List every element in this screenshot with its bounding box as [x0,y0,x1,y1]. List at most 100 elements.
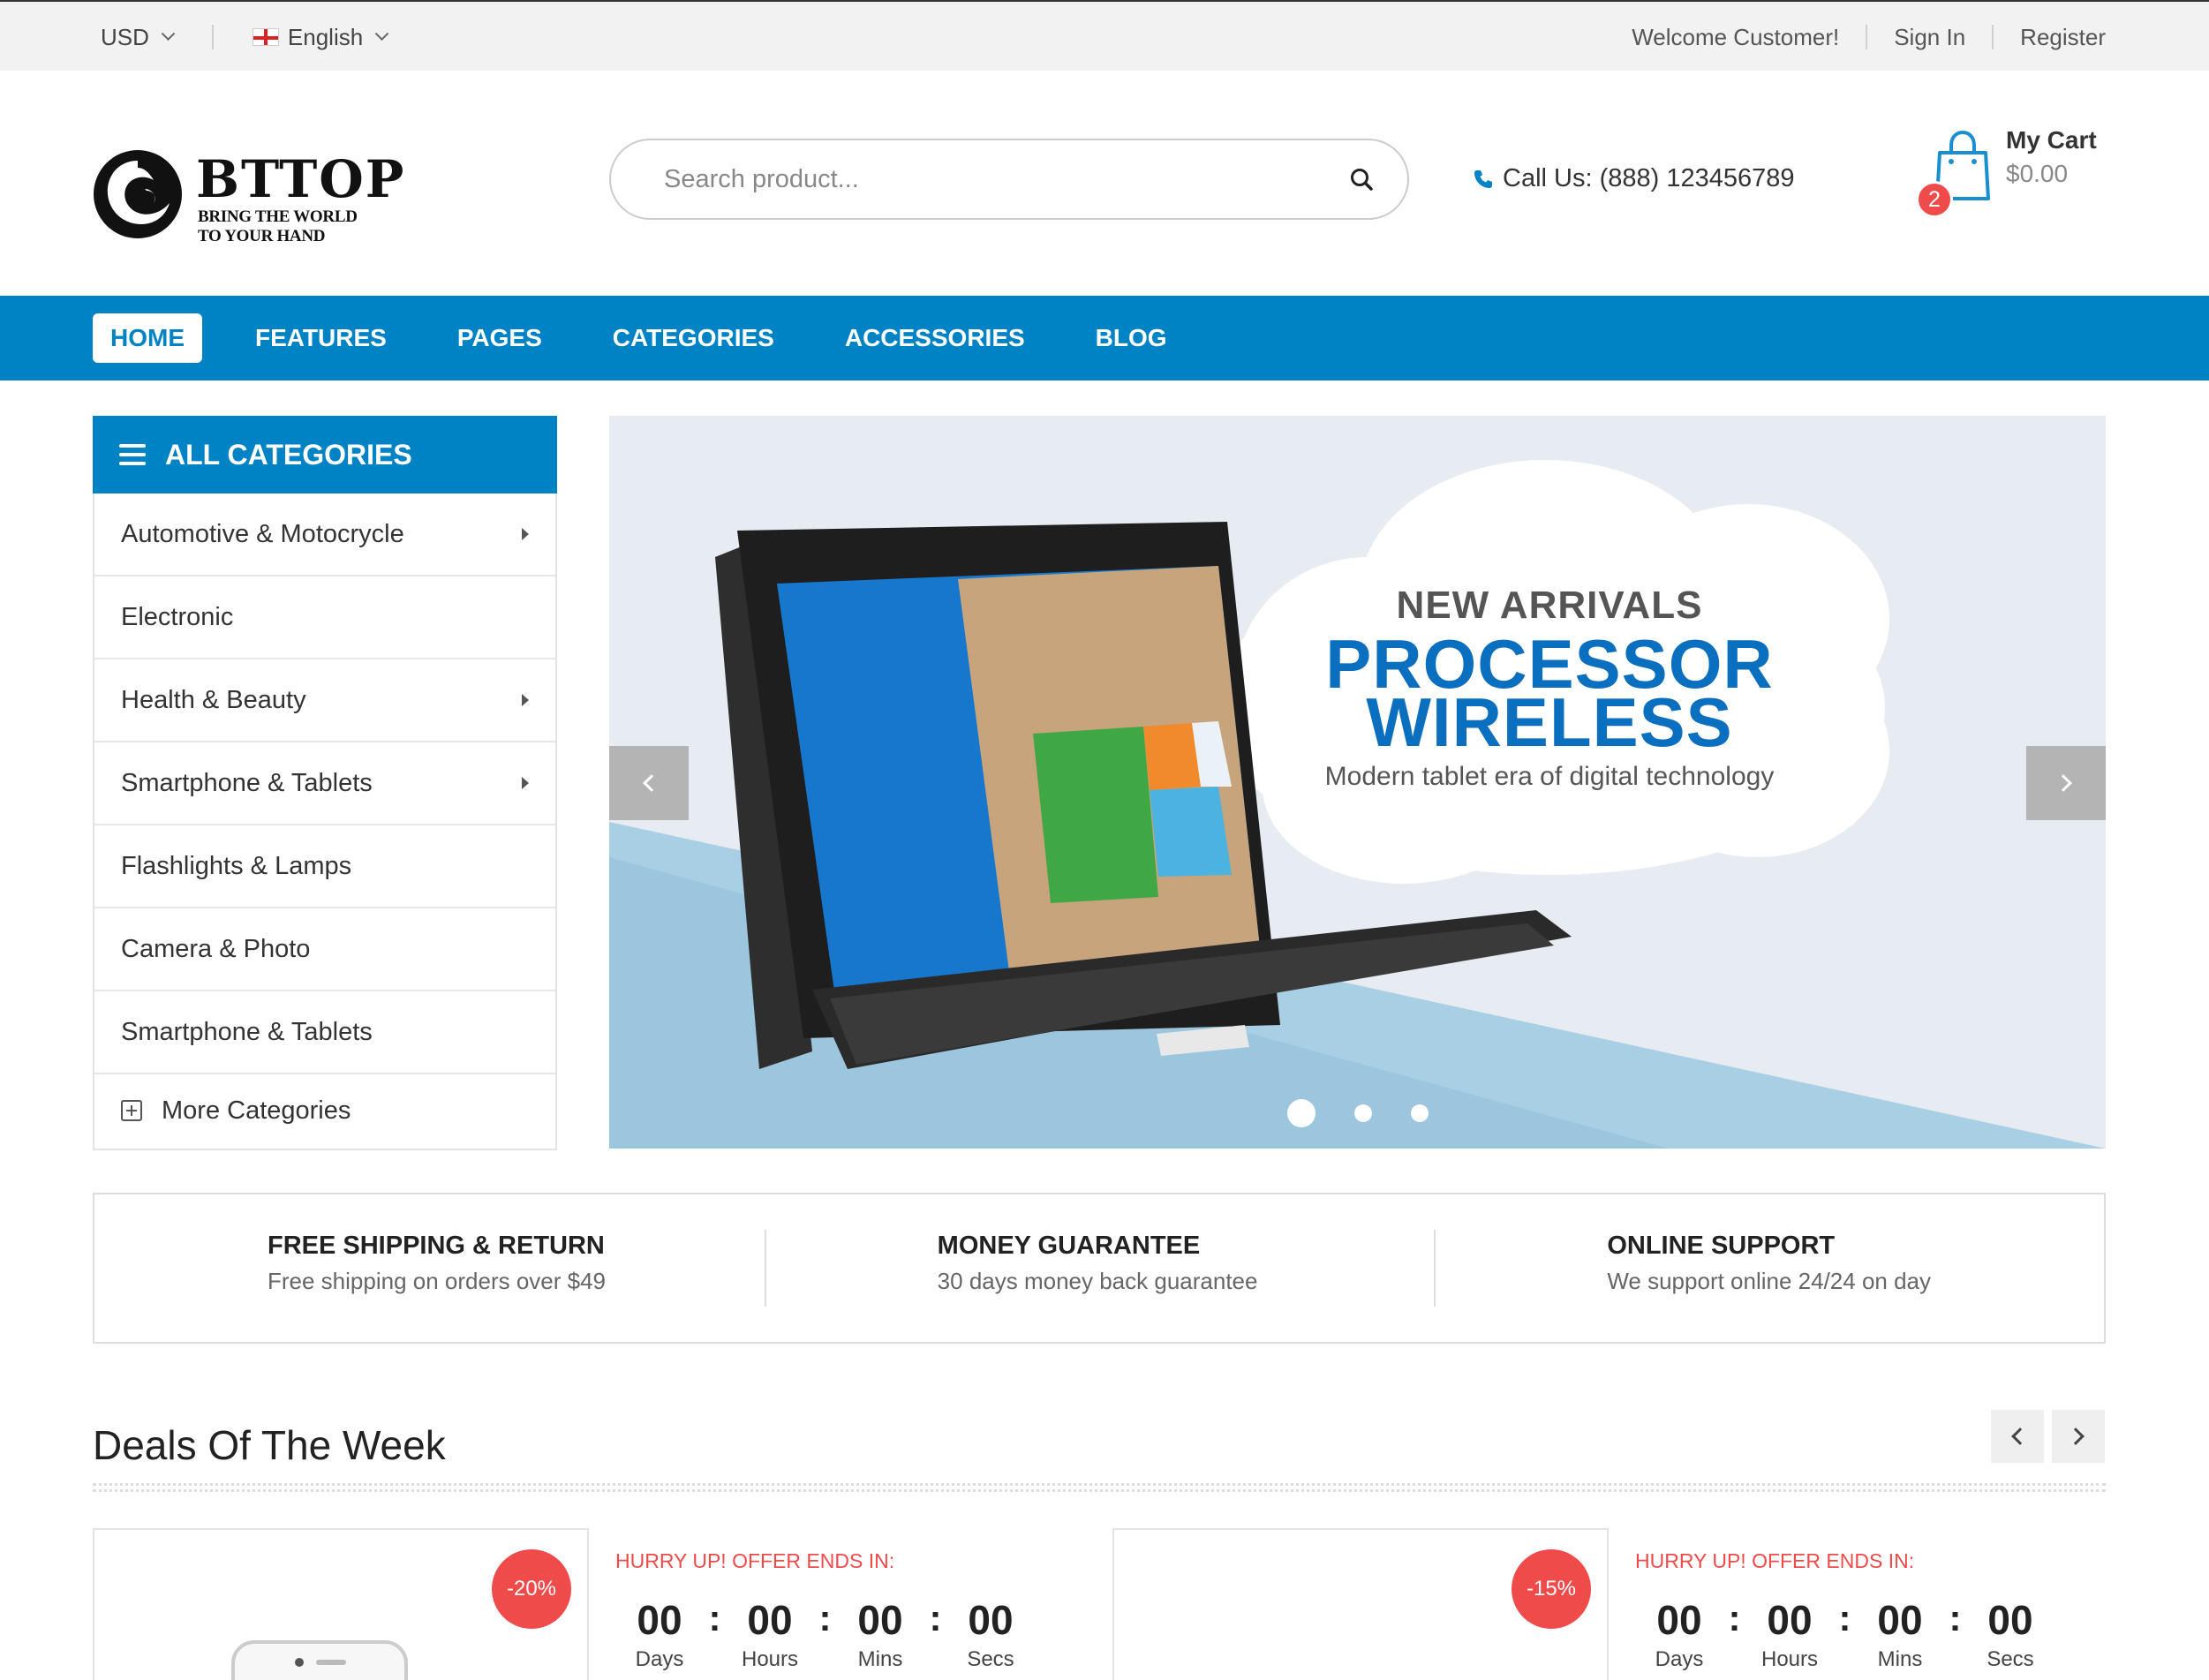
divider [1992,25,1994,49]
deals-prev-button[interactable] [1991,1410,2044,1463]
cart-label: My Cart [2006,126,2097,154]
top-bar-left: USD English [101,2,389,72]
phone-icon [1474,170,1492,188]
chevron-left-icon [2011,1428,2029,1445]
site-logo[interactable]: BTTOP BRING THE WORLD TO YOUR HAND [92,146,403,245]
discount-badge: -20% [492,1549,571,1629]
slide-kicker: NEW ARRIVALS [1396,584,1703,627]
feature-online-support: ONLINE SUPPORT We support online 24/24 o… [1434,1194,2104,1342]
category-label: Automotive & Motocrycle [121,519,404,548]
chevron-down-icon [374,26,389,41]
divider [1866,25,1868,49]
plus-box-icon [121,1100,142,1121]
slider-pagination [1287,1099,1429,1127]
search-icon [1351,169,1373,191]
cart-count-badge: 2 [1916,181,1953,218]
language-selector[interactable]: English [252,23,389,51]
nav-item-blog[interactable]: BLOG [1078,313,1185,363]
countdown-days: 00 Days [1655,1597,1704,1671]
menu-icon [119,444,146,465]
feature-title: MONEY GUARANTEE [937,1232,1201,1260]
slider-dot-3[interactable] [1411,1104,1429,1122]
category-item[interactable]: Electronic [94,576,555,659]
top-bar-right: Welcome Customer! Sign In Register [1632,2,2106,72]
feature-text: 30 days money back guarantee [937,1268,1258,1294]
category-item[interactable]: Automotive & Motocrycle [94,493,555,576]
chevron-left-icon [643,774,660,792]
countdown-hours: 00 Hours [741,1597,799,1671]
language-label: English [287,23,364,50]
nav-item-pages[interactable]: PAGES [440,313,560,363]
deals-divider [93,1483,2106,1492]
logo-name: BTTOP [196,149,406,209]
countdown-timer: 00 Days : 00 Hours : 00 Mins : 00 Secs [615,1598,1074,1672]
nav-item-accessories[interactable]: ACCESSORIES [827,313,1043,363]
search-button[interactable] [1342,160,1381,199]
slider-next-button[interactable] [2026,746,2106,820]
register-link[interactable]: Register [2020,24,2106,51]
caret-right-icon [522,528,529,540]
nav-item-home[interactable]: HOME [93,313,202,363]
deal-product-image[interactable]: -20% [93,1528,589,1680]
logo-swirl-icon [94,150,182,238]
phone-product-image [231,1640,408,1680]
nav-item-features[interactable]: FEATURES [237,313,404,363]
countdown-days: 00 Days [635,1597,684,1671]
category-item[interactable]: Camera & Photo [94,908,555,991]
caret-right-icon [522,777,529,789]
welcome-text: Welcome Customer! [1632,23,1840,50]
discount-badge: -15% [1512,1549,1591,1629]
countdown-secs: 00 Secs [967,1597,1014,1671]
category-item[interactable]: Flashlights & Lamps [94,825,555,908]
category-label: Camera & Photo [121,934,311,963]
hurry-text: HURRY UP! OFFER ENDS IN: [1635,1549,1915,1572]
feature-text: Free shipping on orders over $49 [268,1268,607,1294]
slide-subtitle: Modern tablet era of digital technology [1324,762,1775,791]
category-label: Smartphone & Tablets [121,768,373,797]
category-label: Health & Beauty [121,685,306,714]
more-categories-button[interactable]: More Categories [94,1074,555,1147]
chevron-right-icon [2067,1428,2085,1445]
divider [211,25,214,49]
slider-dot-2[interactable] [1354,1104,1372,1122]
features-strip: FREE SHIPPING & RETURN Free shipping on … [93,1193,2106,1344]
category-label: Electronic [121,602,234,631]
deal-countdown: HURRY UP! OFFER ENDS IN: 00 Days : 00 Hour… [615,1549,1074,1672]
countdown-hours: 00 Hours [1760,1597,1819,1671]
cart-button[interactable]: 2 My Cart $0.00 [1916,126,2110,223]
nav-item-categories[interactable]: CATEGORIES [595,313,792,363]
feature-title: FREE SHIPPING & RETURN [268,1232,605,1260]
feature-text: We support online 24/24 on day [1607,1268,1932,1294]
uk-flag-icon [252,28,279,46]
slider-dot-1[interactable] [1287,1099,1316,1127]
chevron-right-icon [2054,774,2072,792]
currency-selector[interactable]: USD [101,23,176,51]
main-nav: HOME FEATURES PAGES CATEGORIES ACCESSORI… [0,296,2209,380]
countdown-secs: 00 Secs [1987,1597,2034,1671]
search-input[interactable] [664,164,1342,194]
sign-in-link[interactable]: Sign In [1894,24,1965,51]
categories-panel: ALL CATEGORIES Automotive & Motocrycle E… [93,416,557,1150]
logo-tagline: BRING THE WORLD TO YOUR HAND [198,207,358,245]
search-bar [609,139,1409,220]
currency-label: USD [101,23,149,50]
deal-product-image[interactable]: -15% [1112,1528,1609,1680]
top-bar: USD English Welcome Customer! Sign In Re… [0,0,2209,71]
slide-title: PROCESSOR WIRELESS [1240,629,1858,757]
category-item[interactable]: Smartphone & Tablets [94,991,555,1074]
all-categories-header[interactable]: ALL CATEGORIES [93,416,557,493]
countdown-mins: 00 Mins [857,1597,903,1671]
category-label: Smartphone & Tablets [121,1017,373,1046]
cart-total: $0.00 [2006,160,2069,187]
more-categories-label: More Categories [162,1096,351,1125]
category-item[interactable]: Health & Beauty [94,659,555,742]
category-item[interactable]: Smartphone & Tablets [94,742,555,825]
call-us: Call Us: (888) 123456789 [1473,164,1794,193]
category-label: Flashlights & Lamps [121,851,352,880]
hurry-text: HURRY UP! OFFER ENDS IN: [615,1549,895,1572]
slider-prev-button[interactable] [609,746,689,820]
countdown-timer: 00 Days : 00 Hours : 00 Mins : 00 Secs [1635,1598,2094,1672]
deals-next-button[interactable] [2052,1410,2105,1463]
all-categories-title: ALL CATEGORIES [165,438,412,471]
deal-countdown: HURRY UP! OFFER ENDS IN: 00 Days : 00 Hour… [1635,1549,2094,1672]
